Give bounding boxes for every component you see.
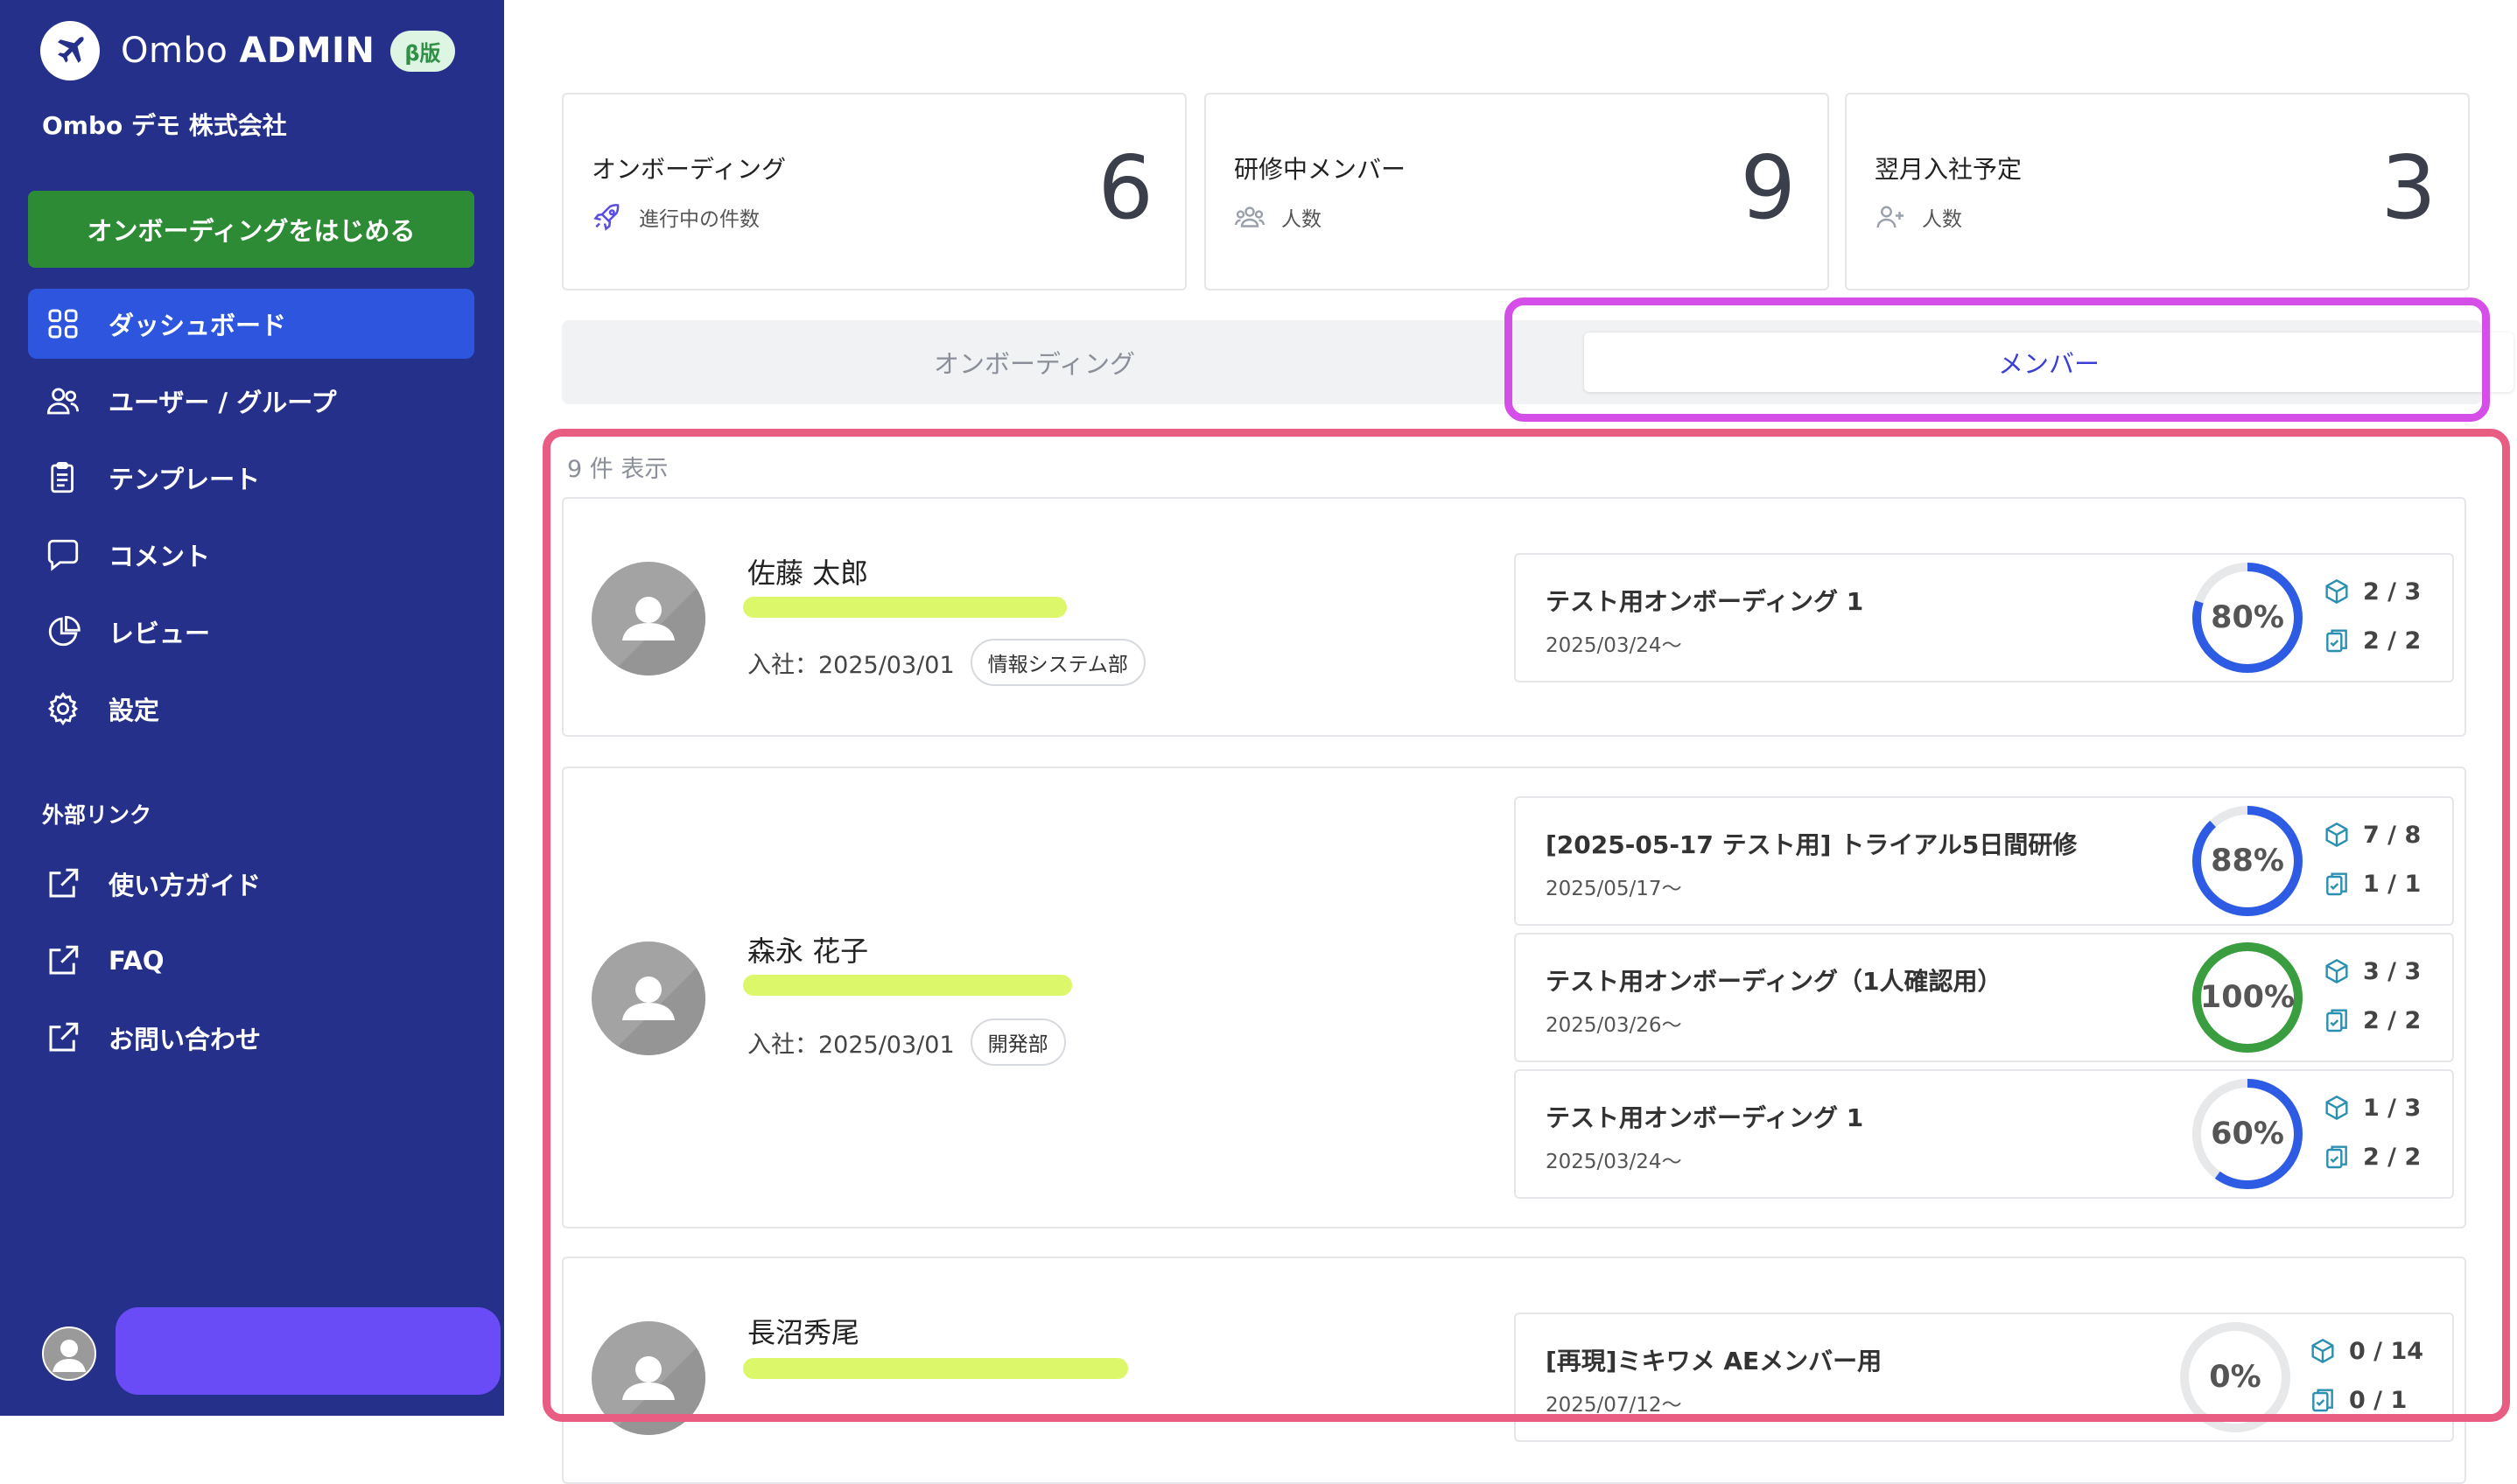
airplane-icon: [40, 21, 100, 80]
external-link-contact[interactable]: お問い合わせ: [28, 1003, 474, 1073]
stat-value: 6: [1097, 136, 1153, 239]
app-logo[interactable]: Ombo ADMIN β版: [40, 21, 455, 80]
sidebar-item-comments[interactable]: コメント: [28, 520, 474, 590]
app-name-bold: ADMIN: [239, 31, 375, 71]
external-link-label: FAQ: [109, 946, 165, 976]
sidebar-item-label: レビュー: [109, 619, 211, 648]
app-name-light: Ombo: [121, 31, 228, 71]
stat-value: 3: [2380, 136, 2436, 239]
beta-badge: β版: [390, 30, 455, 72]
external-link-icon: [44, 864, 82, 903]
sidebar-item-templates[interactable]: テンプレート: [28, 443, 474, 513]
sidebar-item-label: 設定: [109, 696, 160, 725]
stat-sub-label: 進行中の件数: [639, 208, 760, 231]
sidebar-item-label: ユーザー / グループ: [109, 388, 337, 417]
pie-chart-icon: [44, 612, 82, 651]
sidebar-item-users[interactable]: ユーザー / グループ: [28, 366, 474, 436]
stat-sub: 進行中の件数: [592, 201, 760, 233]
user-menu-button[interactable]: [116, 1307, 501, 1395]
sidebar-item-reviews[interactable]: レビュー: [28, 597, 474, 667]
app-name: Ombo ADMIN: [121, 31, 375, 71]
sidebar-nav: ダッシュボード ユーザー / グループ テンプレート コメント レビュー 設定: [28, 289, 474, 751]
sidebar-item-label: ダッシュボード: [109, 311, 287, 340]
sidebar-item-dashboard[interactable]: ダッシュボード: [28, 289, 474, 359]
stat-sub: 人数: [1875, 201, 1962, 233]
user-plus-icon: [1875, 201, 1906, 233]
external-link-icon: [44, 942, 82, 980]
external-link-label: お問い合わせ: [109, 1025, 262, 1054]
stat-sub: 人数: [1234, 201, 1322, 233]
external-link-faq[interactable]: FAQ: [28, 926, 474, 996]
main-content: オンボーディング 進行中の件数 6 研修中メンバー 人数 9 翌月入社予定 人数…: [504, 0, 2517, 1484]
group-icon: [1234, 201, 1266, 233]
current-user-avatar[interactable]: [42, 1326, 96, 1381]
external-links: 使い方ガイド FAQ お問い合わせ: [28, 849, 474, 1080]
stat-sub-label: 人数: [1922, 208, 1962, 231]
stat-value: 9: [1740, 136, 1796, 239]
stat-label: 研修中メンバー: [1234, 155, 1406, 184]
sidebar-item-label: テンプレート: [109, 465, 261, 494]
highlight-member-list: [543, 429, 2510, 1422]
tab-onboarding[interactable]: オンボーディング: [562, 320, 1507, 404]
grid-icon: [44, 304, 82, 343]
highlight-members-tab: [1504, 298, 2490, 422]
sidebar: Ombo ADMIN β版 Ombo デモ 株式会社 オンボーディングをはじめる…: [0, 0, 504, 1416]
stat-sub-label: 人数: [1281, 208, 1322, 231]
rocket-icon: [592, 201, 623, 233]
stat-card-training: 研修中メンバー 人数 9: [1204, 93, 1829, 290]
external-link-label: 使い方ガイド: [109, 871, 262, 900]
sidebar-item-label: コメント: [109, 542, 211, 571]
gear-icon: [44, 690, 82, 728]
stat-card-onboarding: オンボーディング 進行中の件数 6: [562, 93, 1187, 290]
stat-label: オンボーディング: [592, 155, 787, 184]
external-link-guide[interactable]: 使い方ガイド: [28, 849, 474, 919]
external-links-heading: 外部リンク: [42, 802, 152, 828]
external-link-icon: [44, 1018, 82, 1057]
stat-label: 翌月入社予定: [1875, 155, 2023, 184]
sidebar-item-settings[interactable]: 設定: [28, 674, 474, 744]
clipboard-icon: [44, 458, 82, 497]
stat-card-next-month: 翌月入社予定 人数 3: [1845, 93, 2470, 290]
start-onboarding-button[interactable]: オンボーディングをはじめる: [28, 191, 474, 268]
users-icon: [44, 382, 82, 420]
comment-icon: [44, 536, 82, 574]
company-name: Ombo デモ 株式会社: [42, 111, 287, 140]
